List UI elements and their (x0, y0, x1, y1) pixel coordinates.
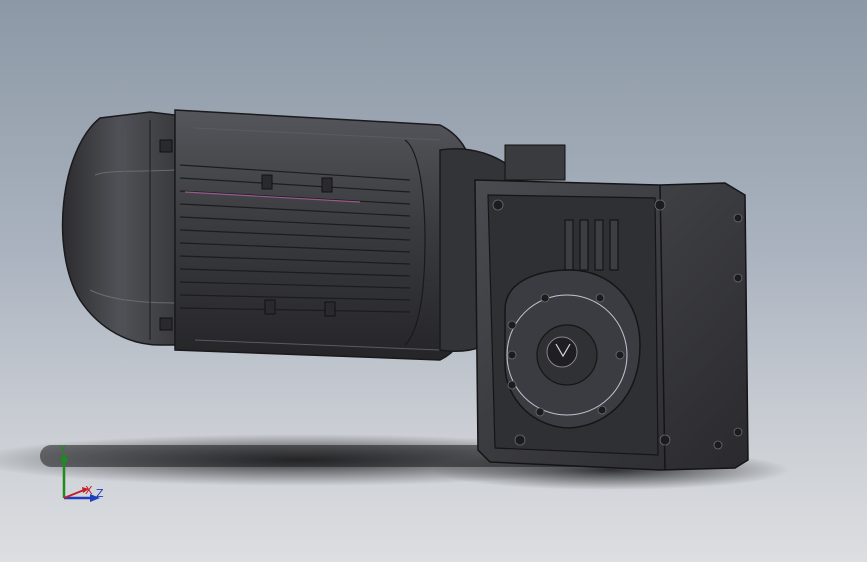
z-axis-label: Z (96, 487, 104, 500)
x-axis-label: X (85, 484, 93, 497)
output-flange (504, 269, 641, 429)
graphics-viewport[interactable]: Y X Z (0, 0, 867, 562)
y-axis-label: Y (59, 443, 66, 456)
motor-body (174, 109, 481, 361)
motor-end-cap (61, 111, 176, 346)
gearmotor-model[interactable] (0, 0, 867, 562)
